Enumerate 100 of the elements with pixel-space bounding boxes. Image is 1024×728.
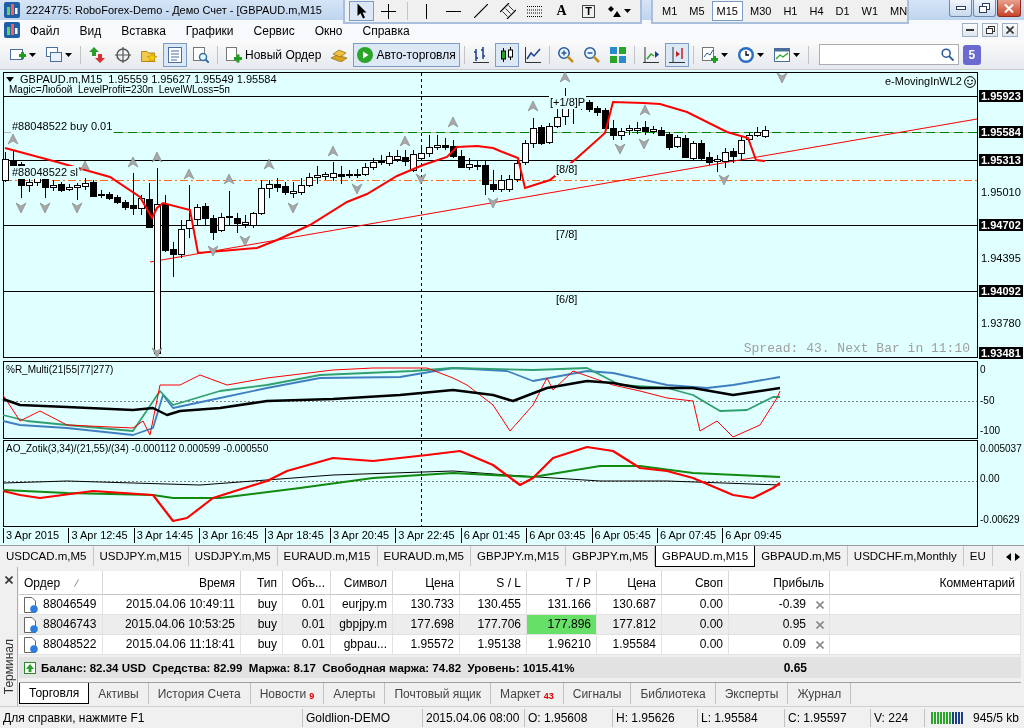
plus-window-icon [10,46,26,63]
auto-scroll-button[interactable] [664,42,689,67]
timeframe-button[interactable]: M30 [744,1,777,21]
close-icon[interactable] [4,576,13,584]
scroll-left-icon[interactable] [1006,552,1011,561]
menu-item[interactable]: Файл [20,22,70,40]
axis-label: 0.005037 [980,443,1022,455]
status-text: 2015.04.06 08:00 [423,708,525,727]
terminal-tab[interactable]: Алерты [324,683,386,704]
table-cell: 0.00 [662,615,729,635]
tool-button[interactable]: A [549,1,574,21]
timeframe-button[interactable]: M5 [684,1,710,21]
auto-trading-button[interactable]: Авто-торговля [353,42,460,67]
menu-item[interactable]: Справка [352,22,420,40]
menu-item[interactable]: Сервис [243,22,305,40]
terminal-tab[interactable]: Почтовый ящик [385,683,492,704]
terminal-tab[interactable]: Новости 9 [250,683,325,704]
search-icon[interactable] [940,48,954,61]
order-number: 88046549 [43,596,97,613]
timeframe-button[interactable]: M1 [657,1,683,21]
menu-item[interactable]: Окно [304,22,353,40]
minimize-button[interactable] [962,23,978,37]
status-text: C: 1.95597 [785,708,871,727]
tool-button[interactable]: T [576,1,601,21]
timeframe-button[interactable]: M15 [711,1,743,21]
column-header[interactable]: Прибыль [729,571,830,595]
caret-icon [624,9,631,13]
status-text: V: 224 [871,708,925,727]
column-header[interactable]: Тип [241,571,283,595]
document-icon [24,616,38,633]
column-header[interactable]: Комментарий [830,571,1021,595]
chart-tab[interactable]: EURAUD.m,M15 [277,546,378,566]
terminal-tab[interactable]: Эксперты [715,683,789,704]
caret-icon [720,52,728,57]
order-number: 88046743 [43,616,97,633]
chart-tab[interactable]: USDJPY.m,M15 [93,546,189,566]
restore-button[interactable] [982,23,998,37]
scroll-right-icon[interactable] [1015,552,1020,561]
column-header[interactable]: Своп [662,571,729,595]
chart-tab[interactable]: GBPJPY.m,M15 [471,546,567,566]
terminal-tab[interactable]: История Счета [148,683,251,704]
terminal-tab[interactable]: Библиотека [631,683,716,704]
table-cell: 177.706 [460,615,527,635]
chart-tab[interactable]: USDCAD.m,M5 [0,546,94,566]
terminal-button[interactable] [163,42,187,67]
close-button[interactable] [1002,23,1018,37]
profit-value: -0.39 [778,596,806,613]
terminal-tab[interactable]: Сигналы [563,683,632,704]
table-cell: 2015.04.06 10:53:25 [103,615,241,635]
notification-button[interactable]: 5 [962,44,981,65]
table-cell: 1.95138 [460,635,527,655]
clock-icon [737,46,754,63]
timeframe-button[interactable]: MN [885,1,913,21]
timeframe-button[interactable]: H4 [804,1,829,21]
minimize-icon [955,6,966,10]
candlesticks-button[interactable] [494,42,519,67]
chart-tab[interactable]: USDCHF.m,Monthly [847,546,964,566]
column-header[interactable]: Символ [331,571,393,595]
chart-tab[interactable]: USDJPY.m,M5 [188,546,278,566]
price-label: 1.93481 [979,347,1023,359]
column-header[interactable]: Цена [393,571,460,595]
terminal-tab[interactable]: Журнал [788,683,852,704]
search-field[interactable] [818,44,959,65]
time-label: 6 Apr 01:45 [460,528,527,543]
restore-icon [985,26,995,34]
timeframe-button[interactable]: D1 [830,1,855,21]
close-icon [1006,26,1014,34]
chart-tab[interactable]: EU [963,546,993,566]
terminal-tab[interactable]: Маркет 43 [491,683,564,704]
tile-windows-icon [609,46,626,63]
tool-button[interactable] [349,1,374,21]
menu-item[interactable]: Графики [175,22,244,40]
new-order-button[interactable]: Новый Ордер [222,42,326,67]
table-cell: 0.01 [283,635,331,655]
close-button[interactable] [997,0,1021,17]
target-icon [115,46,131,63]
caret-icon [65,52,72,57]
minimize-button[interactable] [949,0,972,17]
timeframe-button[interactable]: H1 [778,1,803,21]
menu-item[interactable]: Вид [69,22,112,40]
column-header[interactable]: Цена [597,571,662,595]
menu-item[interactable]: Вставка [111,22,176,40]
time-label: 3 Apr 22:45 [395,528,461,543]
price-label: 1.95010 [980,186,1022,198]
terminal-tab[interactable]: Торговля [19,683,90,704]
terminal-tab[interactable]: Активы [89,683,149,704]
column-header[interactable]: Объ... [283,571,331,595]
chart-tab[interactable]: GBPAUD.m,M15 [655,546,756,567]
chart-tab[interactable]: EURAUD.m,M5 [377,546,471,566]
timeframe-button[interactable]: W1 [856,1,884,21]
caret-icon [792,52,800,57]
column-header[interactable]: S / L [460,571,527,595]
price-label: 1.94702 [979,219,1023,231]
zoom-out-icon [583,46,600,63]
axis-label: 0 [980,364,986,376]
restore-button[interactable] [973,0,996,17]
time-label: 6 Apr 09:45 [722,528,788,543]
chart-tab[interactable]: GBPAUD.m,M5 [755,546,848,566]
column-header[interactable]: Время [103,571,241,595]
column-header[interactable]: T / P [527,571,597,595]
